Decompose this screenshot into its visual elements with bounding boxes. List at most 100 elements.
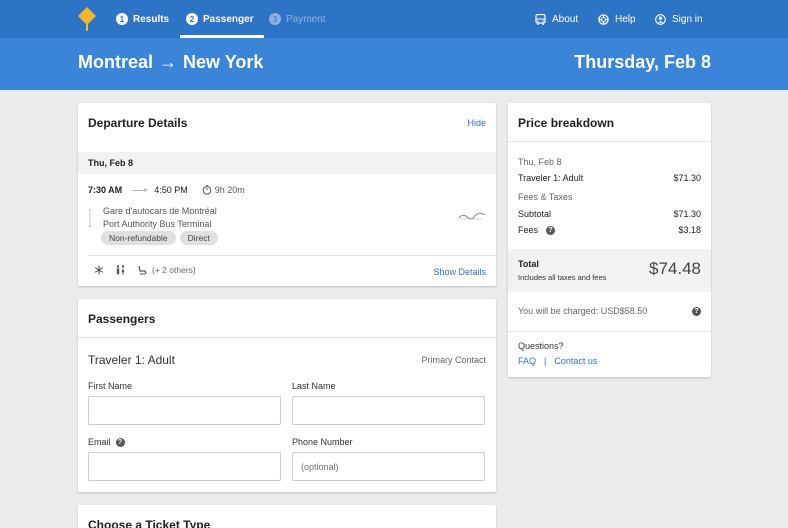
trip-badges: Non-refundable Direct (101, 231, 218, 245)
divider (508, 141, 711, 142)
arrive-time: 4:50 PM (154, 185, 188, 195)
help-icon[interactable]: ? (115, 437, 125, 447)
traveler-heading: Traveler 1: Adult (88, 353, 175, 367)
departure-title: Departure Details (88, 116, 188, 130)
bus-icon (535, 13, 546, 25)
duration-text: 9h 20m (214, 185, 245, 195)
carrier-logo-icon (458, 212, 486, 220)
total-label: Total (518, 259, 539, 269)
restroom-icon (116, 265, 125, 275)
sign-in-label: Sign in (672, 13, 703, 25)
step-results[interactable]: 1 Results (116, 0, 169, 38)
step-number: 2 (186, 13, 198, 25)
route-line-icon (89, 209, 91, 227)
fees-label-wrap: Fees ? (518, 225, 556, 235)
departure-day: Thu, Feb 8 (78, 152, 496, 174)
arrow-icon (132, 187, 149, 192)
faq-link[interactable]: FAQ (518, 356, 536, 366)
step-label: Passenger (203, 13, 254, 25)
amenities: (+ 2 others) (94, 265, 196, 275)
ticket-type-card: Choose a Ticket Type (78, 505, 496, 528)
hide-link[interactable]: Hide (467, 118, 486, 128)
price-day-text: Thu, Feb 8 (518, 157, 562, 167)
charged-row: You will be charged: USD$58.50 ? (518, 306, 701, 316)
badge-non-refundable: Non-refundable (101, 231, 176, 245)
passengers-card: Passengers Traveler 1: Adult Primary Con… (78, 299, 496, 492)
clock-icon (202, 185, 212, 195)
divider (78, 337, 496, 338)
email-label-row: Email ? (88, 437, 125, 447)
snowflake-icon (94, 265, 104, 275)
questions-label: Questions? (518, 341, 564, 351)
amenities-others: (+ 2 others) (152, 265, 196, 275)
step-passenger[interactable]: 2 Passenger (180, 0, 264, 38)
link-separator: | (544, 356, 547, 366)
divider (508, 331, 711, 332)
badge-direct: Direct (179, 231, 218, 245)
price-title: Price breakdown (518, 116, 615, 130)
step-number: 3 (269, 13, 281, 25)
to-station: Port Authority Bus Terminal (103, 219, 212, 229)
ticket-type-title: Choose a Ticket Type (88, 518, 211, 528)
subtotal-amount: $71.30 (673, 209, 701, 219)
about-link[interactable]: About (535, 0, 578, 38)
help-link[interactable]: Help (598, 0, 636, 38)
route-arrow: → (159, 52, 178, 72)
help-icon[interactable]: ? (546, 225, 556, 235)
primary-contact-label: Primary Contact (421, 355, 486, 365)
total-amount: $74.48 (649, 259, 701, 278)
step-payment: 3 Payment (269, 0, 325, 38)
last-name-field[interactable] (292, 396, 485, 425)
charged-text: You will be charged: USD$58.50 (518, 306, 648, 316)
travel-date: Thursday, Feb 8 (574, 52, 711, 72)
subtotal-label: Subtotal (518, 209, 552, 219)
trip-duration: 9h 20m (202, 185, 245, 195)
first-name-label: First Name (88, 381, 133, 391)
divider (88, 255, 496, 256)
phone-label: Phone Number (292, 437, 353, 447)
traveler-price-label: Traveler 1: Adult (518, 173, 584, 183)
seat-icon (138, 265, 147, 275)
trip-times: 7:30 AM 4:50 PM 9h 20m (88, 185, 245, 195)
fees-amount: $3.18 (678, 225, 701, 235)
top-nav: 1 Results 2 Passenger 3 Payment About He… (0, 0, 788, 38)
about-label: About (552, 13, 579, 25)
lifebuoy-icon (598, 13, 609, 25)
help-links: FAQ | Contact us (518, 356, 597, 366)
phone-field[interactable] (292, 452, 485, 481)
passengers-title: Passengers (88, 312, 156, 326)
sign-in-link[interactable]: Sign in (655, 0, 703, 38)
fees-row: Fees ? $3.18 (518, 225, 701, 235)
route-title: Montreal → New York (78, 52, 263, 73)
last-name-label: Last Name (292, 381, 336, 391)
departure-details-card: Departure Details Hide Thu, Feb 8 7:30 A… (78, 103, 496, 286)
origin-city: Montreal (78, 52, 154, 72)
contact-us-link[interactable]: Contact us (554, 356, 597, 366)
help-icon[interactable]: ? (692, 306, 701, 316)
depart-time: 7:30 AM (88, 185, 123, 195)
user-icon (655, 13, 666, 25)
fees-label: Fees (518, 225, 539, 235)
fees-taxes-row: Fees & Taxes (518, 192, 701, 202)
from-station: Gare d'autocars de Montréal (103, 206, 217, 216)
total-box: Total Includes all taxes and fees $74.48 (508, 249, 711, 292)
fees-taxes-label: Fees & Taxes (518, 192, 573, 202)
show-details-link[interactable]: Show Details (433, 267, 486, 277)
destination-city: New York (183, 52, 264, 72)
total-subtext: Includes all taxes and fees (518, 273, 607, 282)
step-label: Payment (286, 13, 326, 25)
help-label: Help (615, 13, 636, 25)
logo-icon[interactable] (78, 7, 96, 31)
email-field[interactable] (88, 452, 281, 481)
traveler-price-amount: $71.30 (673, 173, 701, 183)
price-day: Thu, Feb 8 (518, 157, 701, 167)
first-name-field[interactable] (88, 396, 281, 425)
traveler-price-row: Traveler 1: Adult $71.30 (518, 173, 701, 183)
step-number: 1 (116, 13, 128, 25)
route-header: Montreal → New York Thursday, Feb 8 (0, 38, 788, 90)
step-label: Results (133, 13, 170, 25)
price-breakdown-card: Price breakdown Thu, Feb 8 Traveler 1: A… (508, 103, 711, 377)
stations: Gare d'autocars de Montréal Port Authori… (103, 205, 217, 231)
subtotal-row: Subtotal $71.30 (518, 209, 701, 219)
email-label: Email (88, 437, 111, 447)
